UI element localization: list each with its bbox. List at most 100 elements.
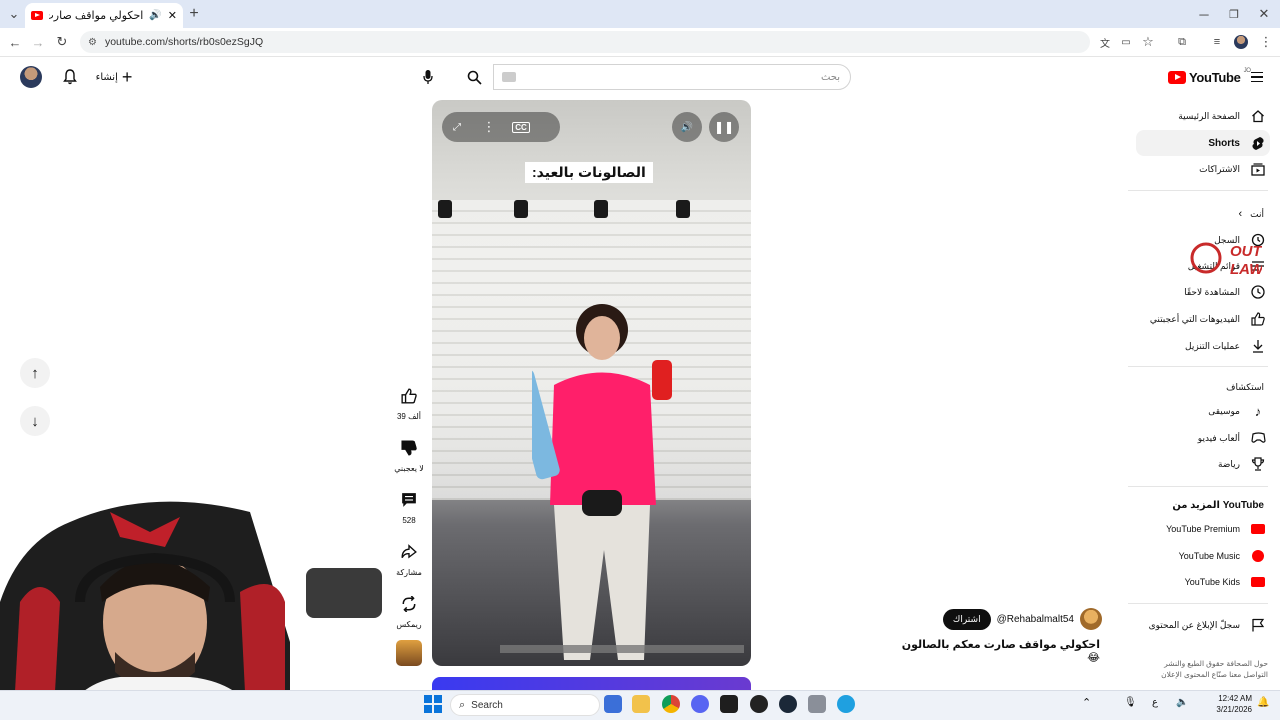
sidebar-item-report-history[interactable]: سجلّ الإبلاغ عن المحتوى <box>1136 612 1270 638</box>
pause-icon[interactable]: ❚❚ <box>709 112 739 142</box>
sidebar-item-gaming[interactable]: ألعاب فيديو <box>1136 425 1270 451</box>
sound-thumbnail[interactable] <box>396 640 422 666</box>
create-button[interactable]: إنشاء + <box>90 64 138 90</box>
obs-icon[interactable] <box>750 695 768 713</box>
voice-search-mic-icon[interactable] <box>415 64 441 90</box>
notifications-bell-icon[interactable] <box>58 64 82 90</box>
address-bar[interactable]: ⚙ youtube.com/shorts/rb0s0ezSgJQ <box>80 31 1090 53</box>
url-text: youtube.com/shorts/rb0s0ezSgJQ <box>104 36 264 48</box>
back-icon[interactable]: ← <box>3 30 27 54</box>
reload-icon[interactable]: ↻ <box>50 30 74 54</box>
channel-row: اشتراك @Rehabalmalt54 <box>922 608 1102 630</box>
trophy-icon <box>1250 456 1266 472</box>
site-info-icon[interactable]: ⚙ <box>88 37 97 48</box>
sidebar-item-subscriptions[interactable]: الاشتراكات <box>1136 156 1270 182</box>
edge-icon[interactable] <box>837 695 855 713</box>
guide-menu-icon[interactable] <box>1246 66 1268 88</box>
account-avatar[interactable] <box>20 66 42 88</box>
youtube-logo[interactable]: YouTube JO <box>1168 66 1251 88</box>
arrow-up-icon: ↑ <box>31 364 39 382</box>
task-view-icon[interactable] <box>604 695 622 713</box>
forward-icon[interactable]: → <box>26 30 50 54</box>
share-icon <box>395 538 423 566</box>
sidebar-you-heading[interactable]: ‹ أنت <box>1238 208 1264 220</box>
sidebar-item-watch-later[interactable]: المشاهدة لاحقًا <box>1136 279 1270 305</box>
next-short-preview[interactable] <box>432 677 751 691</box>
keyboard-icon[interactable] <box>502 72 516 82</box>
sidebar-item-youtube-premium[interactable]: YouTube Premium <box>1136 516 1270 542</box>
sidebar-item-shorts[interactable]: Shorts <box>1136 130 1270 156</box>
tray-chevron-up-icon[interactable]: ⌃ <box>1082 696 1091 709</box>
video-frame-lamp <box>676 200 690 218</box>
subscribe-button[interactable]: اشتراك <box>942 608 991 630</box>
sidebar-item-youtube-music[interactable]: YouTube Music <box>1136 543 1270 569</box>
media-controls-icon[interactable]: ≡ <box>1205 30 1229 54</box>
sidebar-divider <box>1128 366 1268 367</box>
video-title[interactable]: احكولي مواقف صارت معكم بالصالون 😂 <box>900 638 1100 664</box>
sidebar-item-label: YouTube Music <box>1178 551 1240 561</box>
terminal-icon[interactable] <box>720 695 738 713</box>
more-options-icon[interactable]: ⋮ <box>474 112 504 142</box>
sidebar-item-label: الاشتراكات <box>1199 163 1240 174</box>
input-language[interactable]: ع <box>1152 697 1158 708</box>
sidebar-item-youtube-kids[interactable]: YouTube Kids <box>1136 569 1270 595</box>
window-close-icon[interactable]: ✕ <box>1252 2 1276 26</box>
sidebar-item-label: الفيديوهات التي أعجبتني <box>1149 313 1240 324</box>
share-button[interactable]: مشاركة <box>392 538 426 577</box>
gaming-icon <box>1250 430 1266 446</box>
volume-icon[interactable]: 🔊 <box>672 112 702 142</box>
tab-search-chevron-icon[interactable]: ⌄ <box>2 2 26 26</box>
discord-icon[interactable] <box>691 695 709 713</box>
chrome-icon[interactable] <box>662 695 680 713</box>
restore-icon[interactable]: ❐ <box>1222 2 1246 26</box>
sidebar-item-home[interactable]: الصفحة الرئيسية <box>1136 103 1270 129</box>
tray-mic-icon[interactable]: 🎙 <box>1124 697 1137 708</box>
thumbs-up-icon <box>395 382 423 410</box>
search-placeholder: بحث <box>820 71 840 83</box>
sidebar-item-downloads[interactable]: عمليات التنزيل <box>1136 333 1270 359</box>
profile-avatar[interactable] <box>1234 35 1248 49</box>
taskbar-clock[interactable]: 12:42 AM 3/21/2026 <box>1208 693 1252 715</box>
outlaw-watermark-logo: OUT LAW <box>1190 242 1262 278</box>
like-button[interactable]: 39 ألف <box>392 382 426 421</box>
cast-icon[interactable]: ▭ <box>1114 30 1138 54</box>
search-button[interactable] <box>455 64 493 90</box>
network-volume-icons[interactable]: 🔈 <box>1176 697 1188 708</box>
youtube-kids-icon <box>1250 574 1266 590</box>
sidebar-item-sports[interactable]: رياضة <box>1136 451 1270 477</box>
windows-start-icon[interactable] <box>424 695 442 713</box>
minimize-icon[interactable]: ─ <box>1192 2 1216 26</box>
steam-icon[interactable] <box>779 695 797 713</box>
file-explorer-icon[interactable] <box>632 695 650 713</box>
search-input[interactable]: بحث <box>493 64 851 90</box>
fullscreen-icon[interactable]: ⤢ <box>442 112 472 142</box>
remix-button[interactable]: ريمكس <box>392 590 426 629</box>
sidebar-divider <box>1128 190 1268 191</box>
dislike-button[interactable]: لا يعجبني <box>392 434 426 473</box>
short-video-player[interactable]: الصالونات بالعيد: ⤢ ⋮ CC 🔊 ❚❚ <box>432 100 751 666</box>
browser-menu-icon[interactable]: ⋮ <box>1254 30 1278 54</box>
footer-links[interactable]: حول الصحافة حقوق الطبع والنشر التواصل مع… <box>1150 658 1268 680</box>
channel-avatar[interactable] <box>1080 608 1102 630</box>
taskbar-search-box[interactable]: ⌕ Search <box>450 694 600 716</box>
settings-gear-icon[interactable] <box>808 695 826 713</box>
previous-short-button[interactable]: ↑ <box>20 358 50 388</box>
sidebar-item-music[interactable]: موسيقى ♪ <box>1136 398 1270 424</box>
audio-playing-icon[interactable]: 🔊 <box>149 10 161 21</box>
notifications-icon[interactable]: 🔔 <box>1257 697 1269 708</box>
new-tab-button[interactable]: + <box>182 2 206 26</box>
captions-button[interactable]: CC <box>506 112 536 142</box>
comment-icon <box>395 486 423 514</box>
video-progress-bar[interactable] <box>500 645 744 653</box>
logo-text: YouTube <box>1189 69 1241 85</box>
browser-tab[interactable]: احكولي مواقف صارت معكم 🔊 ✕ <box>25 3 183 28</box>
extensions-icon[interactable]: ⧉ <box>1170 30 1194 54</box>
tab-close-icon[interactable]: ✕ <box>168 9 177 22</box>
bookmark-star-icon[interactable]: ☆ <box>1136 30 1160 54</box>
comments-button[interactable]: 528 <box>392 486 426 525</box>
channel-handle[interactable]: @Rehabalmalt54 <box>997 614 1074 625</box>
next-short-button[interactable]: ↓ <box>20 406 50 436</box>
youtube-music-icon <box>1250 548 1266 564</box>
video-caption-overlay: الصالونات بالعيد: <box>525 162 653 183</box>
sidebar-item-liked-videos[interactable]: الفيديوهات التي أعجبتني <box>1136 306 1270 332</box>
